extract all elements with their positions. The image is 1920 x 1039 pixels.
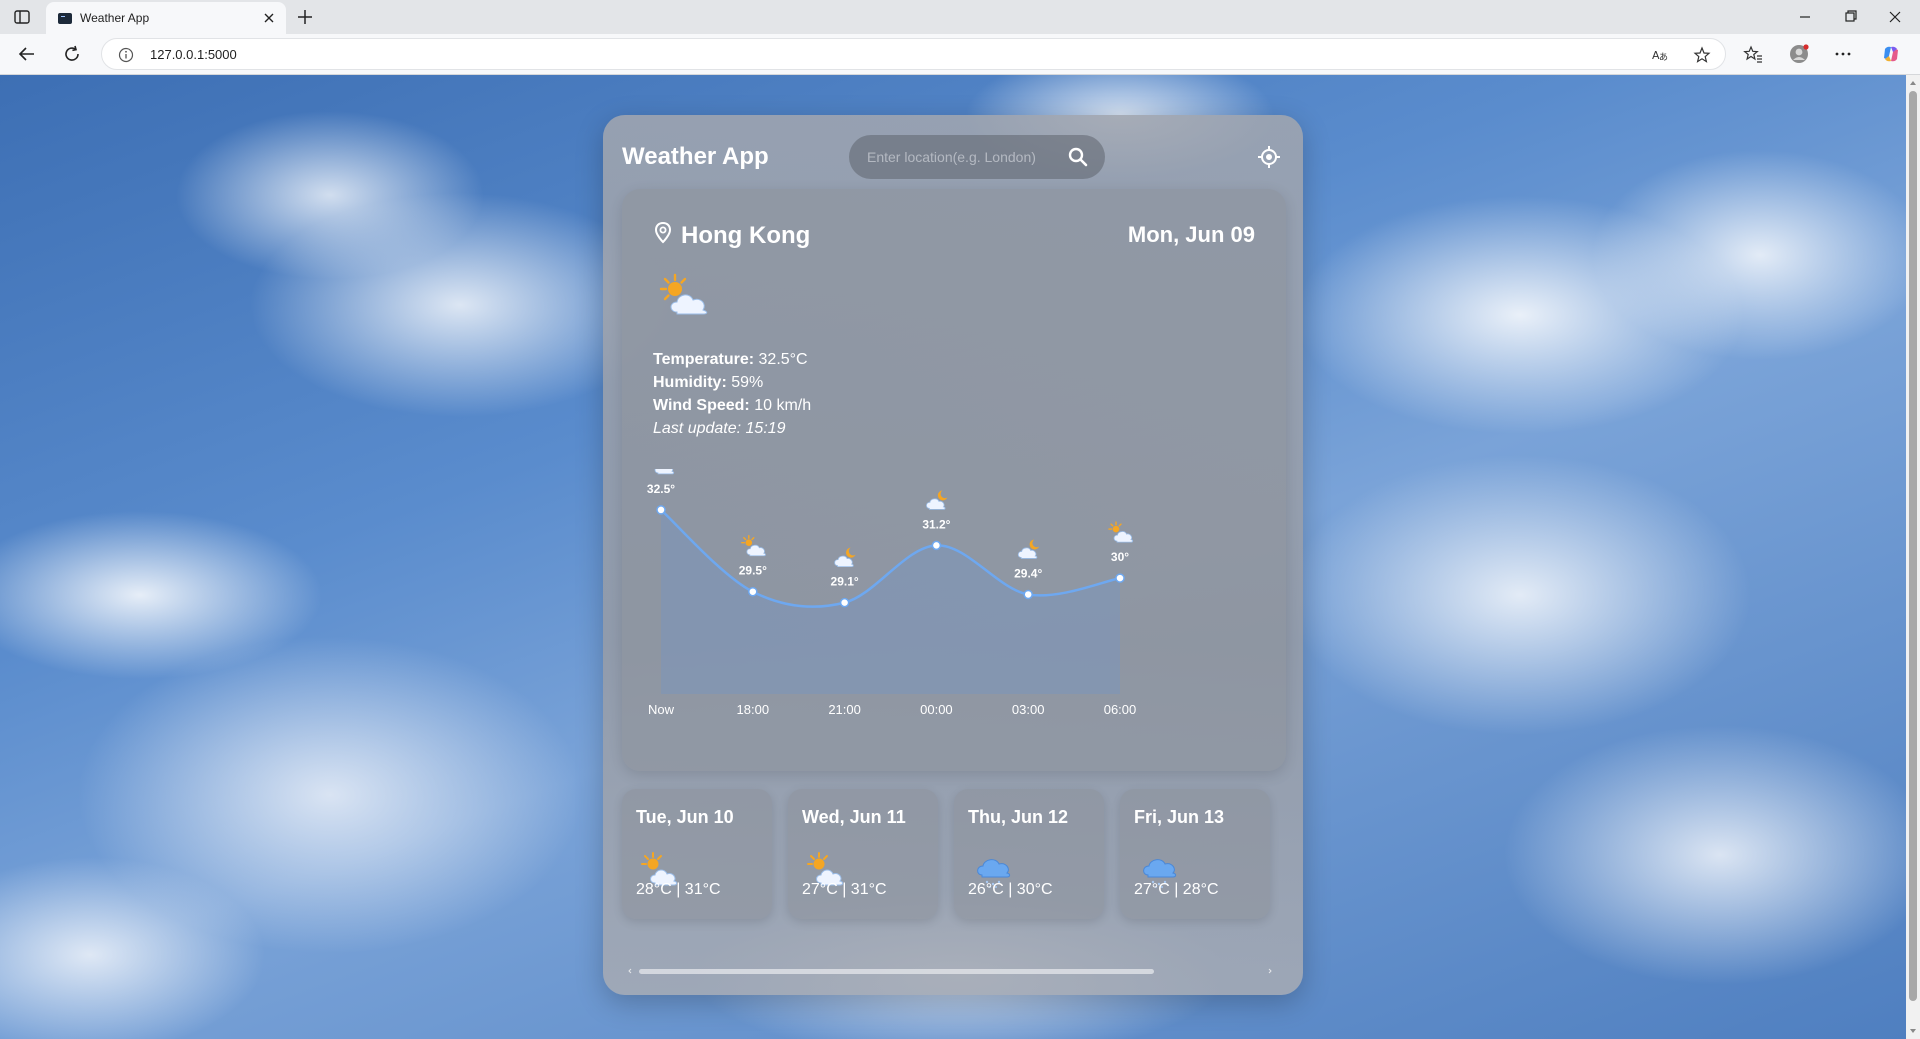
humidity-value: 59% [731, 374, 764, 391]
chart-data-point [656, 505, 666, 515]
partly-cloudy-day-icon [654, 469, 675, 475]
svg-text:あ: あ [1659, 52, 1668, 63]
humidity-row: Humidity: 59% [653, 374, 763, 392]
humidity-label: Humidity: [653, 374, 727, 391]
favorite-star-icon[interactable] [1693, 46, 1711, 64]
close-window-icon[interactable] [1880, 5, 1910, 29]
forecast-horizontal-scrollbar[interactable] [628, 967, 1273, 975]
wind-label: Wind Speed: [653, 397, 750, 414]
search-icon[interactable] [1067, 146, 1089, 168]
city-name: Hong Kong [681, 222, 811, 249]
weather-app-panel: Weather App Hong Kong Mon, Jun 09 [603, 115, 1303, 995]
temperature-value: 32.5°C [758, 351, 808, 368]
location-pin-icon [654, 221, 672, 244]
copilot-icon[interactable] [1881, 44, 1901, 64]
favorites-icon[interactable] [1743, 44, 1763, 64]
daily-forecast-row: Tue, Jun 10 28°C | 31°C Wed, Jun 11 27°C… [622, 789, 1272, 919]
tab-title: Weather App [80, 11, 150, 25]
locate-me-icon[interactable] [1257, 145, 1281, 169]
temperature-area-fill [661, 509, 1120, 694]
forecast-temps: 28°C | 31°C [636, 881, 721, 898]
more-options-icon[interactable] [1833, 44, 1853, 64]
chart-x-tick-label: 21:00 [828, 702, 861, 717]
forecast-date: Fri, Jun 13 [1134, 807, 1225, 827]
chart-data-label: 30° [1111, 550, 1129, 564]
wind-row: Wind Speed: 10 km/h [653, 397, 811, 415]
chart-x-tick-label: 00:00 [920, 702, 953, 717]
forecast-date: Wed, Jun 11 [802, 807, 906, 827]
forecast-card[interactable]: Tue, Jun 10 28°C | 31°C [622, 789, 772, 919]
browser-tab[interactable]: Weather App [46, 2, 286, 34]
browser-tab-bar: Weather App [0, 0, 1920, 34]
partly-cloudy-day-icon [659, 273, 708, 315]
vertical-scroll-thumb[interactable] [1909, 91, 1917, 1001]
last-update: Last update: 15:19 [653, 420, 786, 437]
profile-avatar-icon[interactable] [1789, 44, 1809, 64]
chart-x-tick-label: Now [648, 702, 675, 717]
partly-cloudy-day-icon [741, 535, 766, 557]
read-aloud-icon[interactable]: A あ [1651, 46, 1669, 64]
forecast-card[interactable]: Fri, Jun 13 27°C | 28°C [1120, 789, 1270, 919]
scroll-left-arrow-icon[interactable] [627, 968, 633, 974]
url-text[interactable]: 127.0.0.1:5000 [150, 47, 237, 62]
address-bar[interactable]: 127.0.0.1:5000 A あ [101, 38, 1726, 70]
partly-cloudy-day-icon [1108, 521, 1134, 543]
scroll-right-arrow-icon[interactable] [1267, 968, 1273, 974]
app-title: Weather App [622, 143, 769, 170]
scroll-down-arrow-icon[interactable] [1909, 1027, 1917, 1035]
chart-data-label: 29.1° [831, 575, 859, 589]
current-date: Mon, Jun 09 [1127, 222, 1255, 247]
chart-data-label: 29.5° [739, 564, 767, 578]
forecast-card[interactable]: Thu, Jun 12 26°C | 30°C [954, 789, 1104, 919]
site-info-icon[interactable] [118, 47, 134, 63]
restore-icon[interactable] [1835, 5, 1865, 29]
reload-icon[interactable] [61, 43, 83, 65]
horizontal-scroll-thumb[interactable] [639, 969, 1154, 974]
hourly-temperature-chart: 32.5° Now 29.5° 18:00 29.1° 21:00 31.2° 00:00 29… [647, 469, 1137, 717]
forecast-temps: 27°C | 28°C [1134, 881, 1219, 898]
minimize-icon[interactable] [1790, 5, 1820, 29]
page-vertical-scrollbar[interactable] [1906, 75, 1920, 1039]
page-background: Weather App Hong Kong Mon, Jun 09 [0, 75, 1906, 1039]
chart-data-point [1115, 573, 1125, 583]
forecast-date: Thu, Jun 12 [968, 807, 1069, 827]
chart-data-point [839, 597, 850, 608]
partly-cloudy-night-icon [926, 490, 948, 510]
new-tab-icon[interactable] [295, 7, 315, 27]
chart-x-tick-label: 06:00 [1104, 702, 1137, 717]
scroll-up-arrow-icon[interactable] [1909, 79, 1917, 87]
chart-data-point [931, 540, 942, 551]
forecast-temps: 26°C | 30°C [968, 881, 1053, 898]
chart-data-label: 31.2° [922, 517, 950, 531]
current-weather-card: Hong Kong Mon, Jun 09 Temperature: 32.5°… [622, 189, 1286, 771]
search-box[interactable] [849, 135, 1105, 179]
temperature-label: Temperature: [653, 351, 755, 368]
chart-data-label: 32.5° [647, 482, 675, 496]
chart-data-label: 29.4° [1014, 566, 1042, 580]
browser-toolbar: 127.0.0.1:5000 A あ [0, 34, 1920, 75]
chart-data-point [748, 586, 758, 597]
chart-data-point [1023, 589, 1033, 600]
chart-x-tick-label: 03:00 [1012, 702, 1045, 717]
terminal-favicon-icon [58, 13, 72, 24]
close-tab-icon[interactable] [260, 9, 278, 27]
wind-value: 10 km/h [754, 397, 812, 414]
chart-x-tick-label: 18:00 [737, 702, 770, 717]
partly-cloudy-night-icon [834, 547, 856, 568]
location-search-input[interactable] [867, 147, 1062, 167]
forecast-card[interactable]: Wed, Jun 11 27°C | 31°C [788, 789, 938, 919]
back-arrow-icon[interactable] [16, 43, 38, 65]
forecast-date: Tue, Jun 10 [636, 807, 734, 827]
temperature-row: Temperature: 32.5°C [653, 351, 808, 369]
sidebar-toggle-icon[interactable] [13, 8, 31, 26]
forecast-temps: 27°C | 31°C [802, 881, 887, 898]
partly-cloudy-night-icon [1017, 539, 1040, 559]
